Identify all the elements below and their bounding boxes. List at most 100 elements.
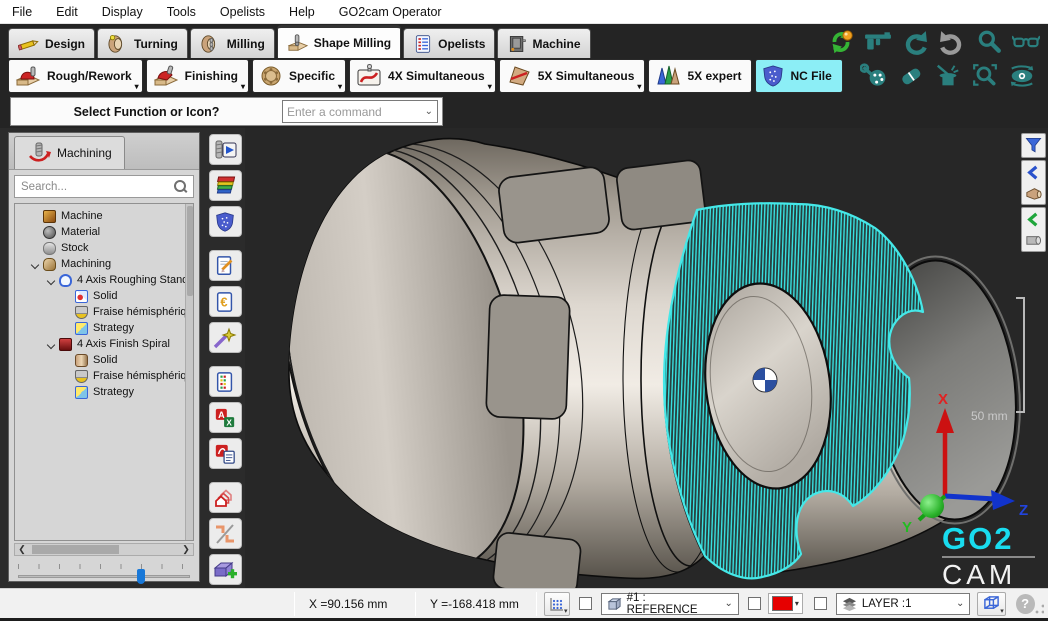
- nc-file-button[interactable]: [209, 206, 242, 237]
- menu-file[interactable]: File: [0, 0, 44, 24]
- grid-button[interactable]: ▾: [544, 592, 570, 616]
- search-input[interactable]: [21, 181, 170, 193]
- previous-stock-button[interactable]: [1021, 207, 1046, 252]
- previous-part-icon: [1024, 164, 1043, 202]
- cost-document-button[interactable]: €: [209, 286, 242, 317]
- subtab-specific[interactable]: Specific ▾: [252, 59, 346, 93]
- tree-item-solid-1[interactable]: Solid: [15, 288, 193, 304]
- glasses-icon[interactable]: [1012, 28, 1040, 56]
- resize-grip-icon[interactable]: [1035, 604, 1044, 614]
- scroll-right-icon[interactable]: ❯: [179, 544, 193, 555]
- color-checkbox[interactable]: [748, 597, 761, 610]
- tab-machining-panel[interactable]: Machining: [14, 136, 125, 169]
- zoom-selection-icon[interactable]: [971, 62, 999, 90]
- opelists-icon: [413, 34, 433, 54]
- tree-item-strategy-2[interactable]: Strategy: [15, 384, 193, 400]
- magic-hat-icon[interactable]: [934, 62, 962, 90]
- tree-item-roughing[interactable]: 4 Axis Roughing Stand: [15, 272, 193, 288]
- tree-item-solid-2[interactable]: Solid: [15, 352, 193, 368]
- wizard-button[interactable]: [209, 322, 242, 353]
- reference-selector[interactable]: #1 : REFERENCE ⌄: [601, 593, 739, 615]
- standard-views-button[interactable]: [209, 482, 242, 513]
- filter-button[interactable]: [1021, 133, 1046, 158]
- pdf-document-icon: [214, 443, 236, 465]
- redo-icon[interactable]: [938, 28, 966, 56]
- scroll-left-icon[interactable]: ❮: [15, 544, 29, 555]
- zoom-icon[interactable]: [975, 28, 1003, 56]
- search-box[interactable]: [14, 175, 194, 198]
- geometry-visibility-button[interactable]: [209, 518, 242, 549]
- work-area: Machining Machine Material Stock Machini…: [0, 128, 1048, 588]
- eraser-icon[interactable]: [897, 62, 925, 90]
- menu-edit[interactable]: Edit: [44, 0, 90, 24]
- menu-operator[interactable]: GO2cam Operator: [327, 0, 454, 24]
- subtab-4x-simultaneous[interactable]: 4X Simultaneous ▾: [349, 59, 496, 93]
- ballmill-node-icon: [75, 370, 88, 383]
- 3d-viewport[interactable]: 50 mm X Y Z GO2 CAM: [245, 128, 1048, 588]
- layer-selector[interactable]: LAYER :1 ⌄: [836, 593, 971, 615]
- chevron-down-icon: ▾: [1000, 607, 1004, 615]
- pdf-excel-export-button[interactable]: AX: [209, 402, 242, 433]
- view-mode-button[interactable]: ▾: [977, 592, 1005, 616]
- menu-display[interactable]: Display: [90, 0, 155, 24]
- slider-track[interactable]: [18, 575, 190, 578]
- undo-icon[interactable]: [901, 28, 929, 56]
- subtab-finishing[interactable]: Finishing ▾: [146, 59, 249, 93]
- tab-design[interactable]: Design: [8, 28, 95, 58]
- command-combo[interactable]: ⌄: [282, 100, 438, 123]
- tree-item-tool-2[interactable]: Fraise hémisphériq: [15, 368, 193, 384]
- sync-icon[interactable]: [827, 28, 855, 56]
- subtab-label: 4X Simultaneous: [388, 69, 485, 83]
- edit-document-button[interactable]: [209, 250, 242, 281]
- command-input[interactable]: [287, 105, 425, 119]
- tab-milling[interactable]: Milling: [190, 28, 275, 58]
- chevron-down-icon[interactable]: ⌄: [425, 106, 433, 117]
- menu-tools[interactable]: Tools: [155, 0, 208, 24]
- tree-horizontal-scrollbar[interactable]: ❮ ❯: [14, 543, 194, 556]
- tree-item-tool-1[interactable]: Fraise hémisphériq: [15, 304, 193, 320]
- tree-item-machine[interactable]: Machine: [15, 208, 193, 224]
- subtab-5x-simultaneous[interactable]: 5X Simultaneous ▾: [499, 59, 646, 93]
- simulation-play-button[interactable]: [209, 134, 242, 165]
- eye-refresh-icon[interactable]: [1008, 62, 1036, 90]
- subtab-5x-expert[interactable]: 5X expert: [648, 59, 752, 93]
- menu-opelists[interactable]: Opelists: [208, 0, 277, 24]
- tab-machine[interactable]: Machine: [497, 28, 590, 58]
- tree-item-machining[interactable]: Machining: [15, 256, 193, 272]
- layer-checkbox[interactable]: [814, 597, 827, 610]
- subtab-rough-rework[interactable]: Rough/Rework ▾: [8, 59, 143, 93]
- simulation-color-button[interactable]: [209, 170, 242, 201]
- color-picker[interactable]: ▾: [768, 593, 803, 614]
- previous-part-button[interactable]: [1021, 160, 1046, 205]
- scrollbar-thumb[interactable]: [32, 545, 119, 554]
- subtab-label: NC File: [790, 69, 831, 83]
- chevron-down-icon: ▾: [637, 82, 641, 91]
- tab-label: Opelists: [438, 37, 485, 51]
- tab-shape-milling[interactable]: Shape Milling: [277, 25, 401, 58]
- help-button[interactable]: ?: [1016, 594, 1035, 614]
- tree-item-stock[interactable]: Stock: [15, 240, 193, 256]
- collapse-chevron-icon[interactable]: [27, 261, 43, 268]
- pdf-document-button[interactable]: [209, 438, 242, 469]
- collapse-chevron-icon[interactable]: [43, 277, 59, 284]
- reference-value: #1 : REFERENCE: [627, 592, 720, 616]
- tab-turning[interactable]: Turning: [97, 28, 188, 58]
- tree-item-material[interactable]: Material: [15, 224, 193, 240]
- menu-help[interactable]: Help: [277, 0, 327, 24]
- collapse-chevron-icon[interactable]: [43, 341, 59, 348]
- caliper-icon[interactable]: [864, 28, 892, 56]
- tree-vertical-scrollbar[interactable]: [185, 204, 193, 540]
- tree-item-strategy-1[interactable]: Strategy: [15, 320, 193, 336]
- previous-stock-icon: [1024, 211, 1043, 249]
- report-button[interactable]: [209, 366, 242, 397]
- tab-opelists[interactable]: Opelists: [403, 28, 495, 58]
- reference-checkbox[interactable]: [579, 597, 592, 610]
- subtab-nc-file[interactable]: NC File: [755, 59, 842, 93]
- slider-thumb[interactable]: [137, 569, 145, 584]
- tree-label: Machining: [61, 258, 111, 270]
- tools-palette-icon[interactable]: [860, 62, 888, 90]
- add-stock-button[interactable]: [209, 554, 242, 585]
- svg-text:A: A: [218, 410, 225, 420]
- tree-zoom-slider[interactable]: [18, 564, 190, 588]
- tree-item-finish-spiral[interactable]: 4 Axis Finish Spiral: [15, 336, 193, 352]
